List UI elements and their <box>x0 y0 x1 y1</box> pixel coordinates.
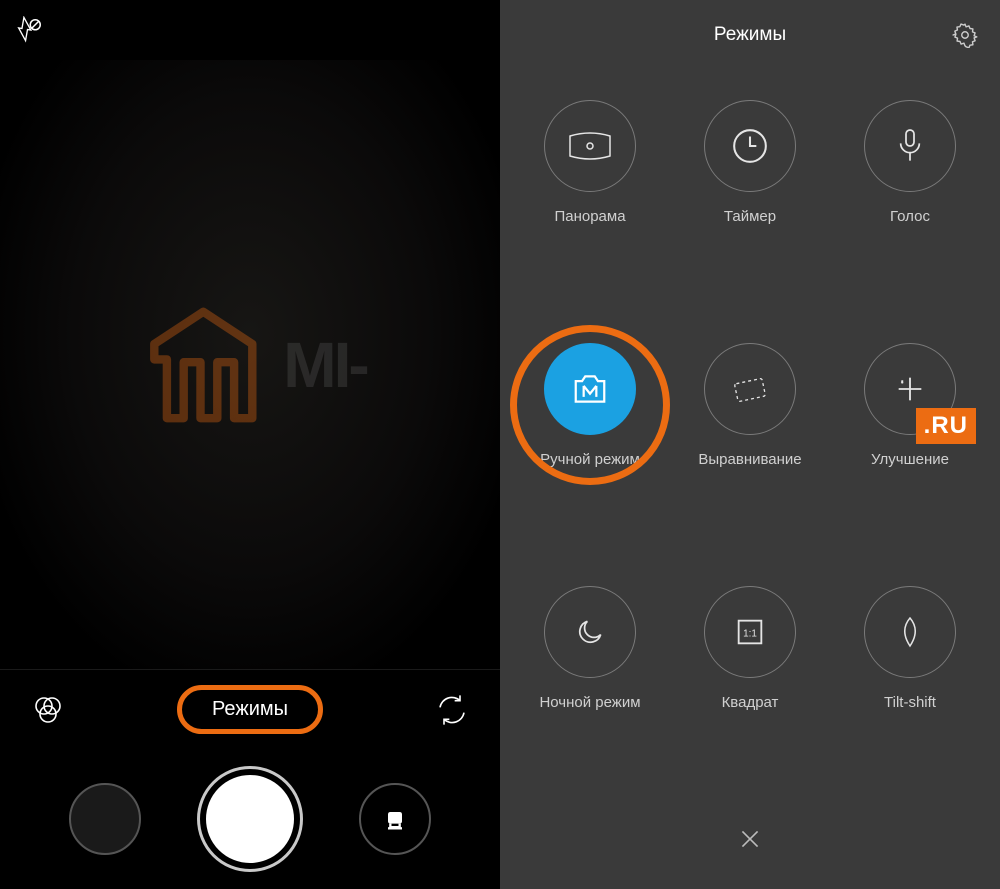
tilt-shift-icon <box>896 614 924 650</box>
mode-straighten[interactable]: Выравнивание <box>698 343 801 468</box>
mode-label: Квадрат <box>722 694 779 711</box>
video-toggle-button[interactable] <box>359 783 431 855</box>
mode-label: Голос <box>890 208 930 225</box>
mode-voice[interactable]: Голос <box>864 100 956 225</box>
gallery-thumbnail[interactable] <box>69 783 141 855</box>
ru-badge: .RU <box>916 408 976 444</box>
switch-camera-icon[interactable] <box>436 694 468 726</box>
mode-timer[interactable]: Таймер <box>704 100 796 225</box>
mode-night[interactable]: Ночной режим <box>539 586 640 711</box>
mode-label: Tilt-shift <box>884 694 936 711</box>
mode-beautify[interactable]: Улучшение <box>864 343 956 468</box>
mode-label: Ночной режим <box>539 694 640 711</box>
square-icon: 1:1 <box>733 615 767 649</box>
modes-title: Режимы <box>714 24 786 46</box>
camera-viewfinder-screen: MI- Режимы <box>0 0 500 889</box>
close-icon <box>737 826 763 852</box>
mode-label: Таймер <box>724 208 776 225</box>
shutter-button[interactable] <box>200 769 300 869</box>
straighten-icon <box>730 373 770 405</box>
filters-icon[interactable] <box>32 694 64 726</box>
close-button[interactable] <box>730 819 770 859</box>
watermark: MI- <box>133 295 366 435</box>
microphone-icon <box>894 127 926 165</box>
svg-text:1:1: 1:1 <box>743 628 757 639</box>
camera-bottom-bar <box>0 749 500 889</box>
mode-square[interactable]: 1:1 Квадрат <box>704 586 796 711</box>
viewfinder-area[interactable]: MI- <box>0 60 500 669</box>
mode-label: Улучшение <box>871 451 949 468</box>
moon-icon <box>574 616 606 648</box>
mode-label: Панорама <box>554 208 625 225</box>
modes-header: Режимы <box>500 0 1000 70</box>
video-camera-icon <box>381 805 409 833</box>
gear-icon <box>952 22 978 48</box>
flash-off-icon[interactable] <box>14 16 44 46</box>
mode-label: Выравнивание <box>698 451 801 468</box>
camera-mid-bar: Режимы <box>0 669 500 749</box>
modes-footer <box>500 789 1000 889</box>
panorama-icon <box>568 132 612 160</box>
mode-panorama[interactable]: Панорама <box>544 100 636 225</box>
settings-button[interactable] <box>952 22 978 48</box>
manual-camera-icon <box>571 373 609 405</box>
mode-label: Ручной режим <box>540 451 640 468</box>
modes-button-label: Режимы <box>212 698 288 720</box>
beautify-icon <box>893 372 927 406</box>
modes-menu-screen: .RU Режимы Панорама <box>500 0 1000 889</box>
mode-tilt-shift[interactable]: Tilt-shift <box>864 586 956 711</box>
mode-manual[interactable]: Ручной режим <box>540 343 640 468</box>
watermark-text: MI- <box>283 328 366 402</box>
modes-button[interactable]: Режимы <box>177 685 323 734</box>
viewfinder-top-bar <box>0 0 500 60</box>
timer-icon <box>731 127 769 165</box>
